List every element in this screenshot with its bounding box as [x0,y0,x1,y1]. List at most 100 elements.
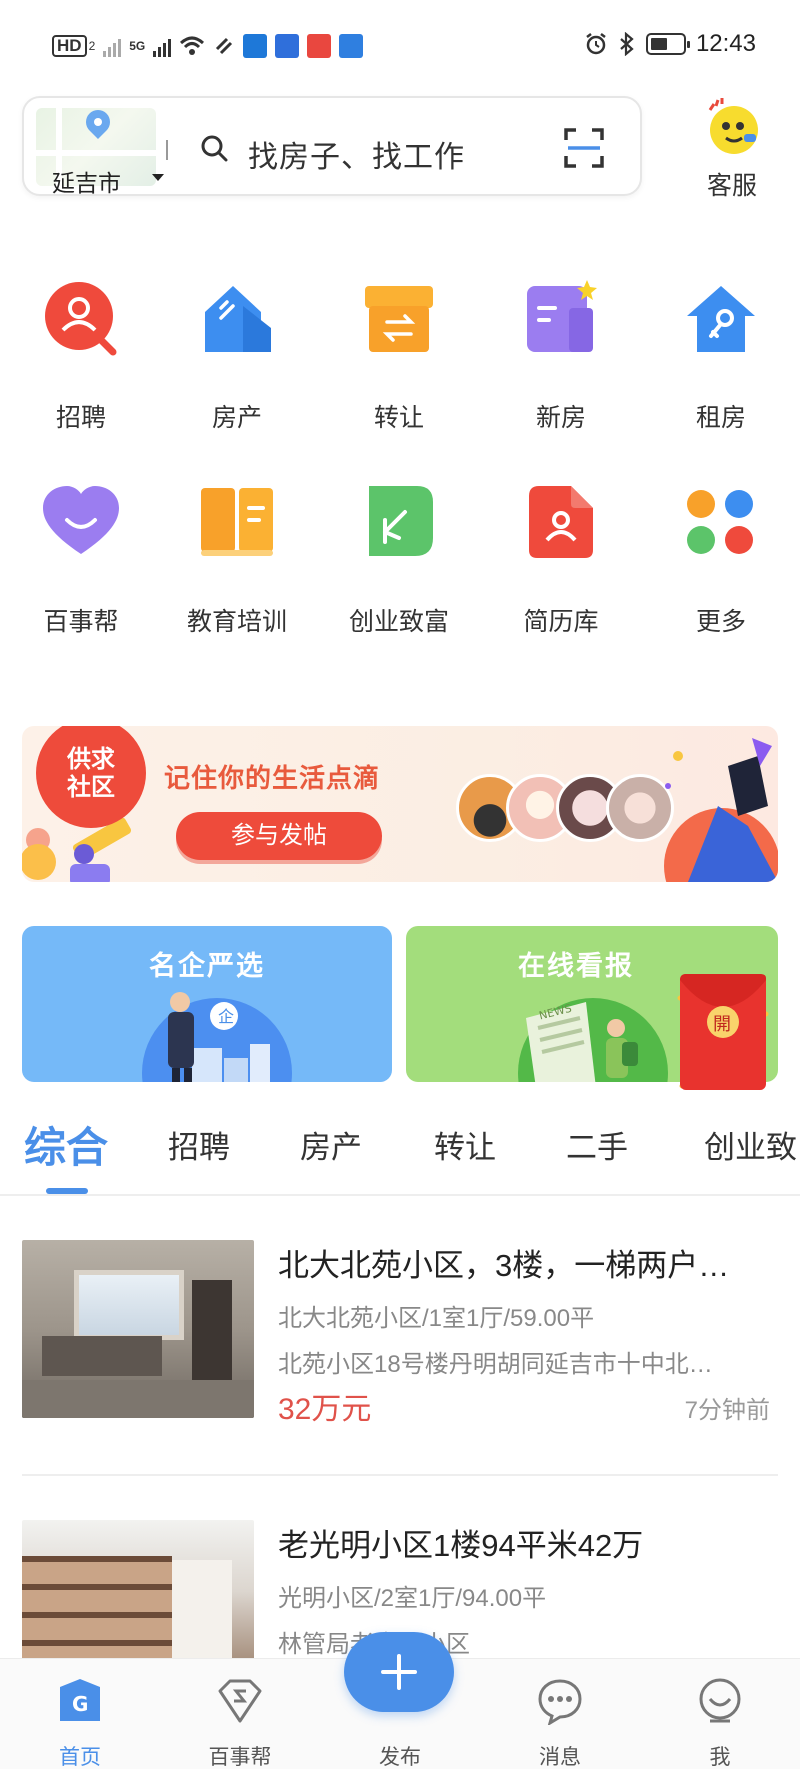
sprout-icon [369,486,433,556]
listing-time: 7分钟前 [684,1397,770,1424]
signal-5g-label: 5G [129,39,146,53]
plus-icon [381,1654,417,1690]
tab-comprehensive[interactable]: 综合 [24,1114,108,1175]
category-label: 教育培训 [186,608,287,636]
category-label: 转让 [373,404,424,432]
list-divider [22,1474,778,1476]
badge-line-2: 社区 [67,774,115,801]
category-tabs: 综合 招聘 房产 转让 二手 创业致 [0,1104,800,1196]
city-selector[interactable]: 延吉市 [52,164,121,198]
category-label: 百事帮 [43,608,119,636]
category-label: 创业致富 [348,608,449,636]
hd-sub: 2 [88,39,96,53]
category-label: 招聘 [55,404,106,432]
listing-title: 老光明小区1楼94平米42万 [278,1528,644,1563]
listing-details: 光明小区/2室1厅/94.00平 [278,1585,547,1612]
nav-profile[interactable]: 我 [640,1659,800,1769]
signal-2-icon [153,35,172,57]
list-item[interactable]: 北大北苑小区，3楼，一梯两户… 北大北苑小区/1室1厅/59.00平 北苑小区1… [22,1240,778,1440]
banner-title: 记住你的生活点滴 [164,763,381,793]
alarm-icon [586,33,606,55]
battery-icon [645,33,690,55]
category-label: 更多 [695,608,746,636]
promo-title: 名企严选 [149,951,265,981]
link-icon [216,37,233,55]
tab-recruit[interactable]: 招聘 [168,1122,230,1167]
nav-label: 首页 [59,1746,101,1769]
status-right-icons: 12:43 [584,30,756,58]
nav-label: 发布 [379,1746,421,1769]
signal-1-icon [103,35,122,57]
nav-messages[interactable]: 消息 [480,1659,640,1769]
newspaper-illustration: NEWS [526,1002,638,1082]
tab-transfer[interactable]: 转让 [434,1122,496,1167]
nav-baishibang[interactable]: 百事帮 [160,1659,320,1769]
app-notify-icon-3 [307,34,332,58]
category-more[interactable]: 更多 [640,482,800,642]
category-education[interactable]: 教育培训 [156,482,318,642]
caret-down-icon [152,174,164,181]
search-icon [201,135,228,162]
search-bar[interactable]: 延吉市 找房子、找工作 [22,96,642,196]
status-bar: HD 2 5G 12:43 [0,0,800,96]
promo-top-companies[interactable]: 名企严选 企 [22,926,392,1082]
tab-entrepreneur[interactable]: 创业致 [704,1122,797,1167]
customer-service-button[interactable]: 客服 [696,94,768,204]
heart-icon [43,486,119,554]
category-label: 房产 [211,404,262,432]
tab-realestate[interactable]: 房产 [300,1122,362,1167]
book-icon [201,488,273,556]
nav-label: 百事帮 [208,1746,272,1769]
svg-text:G: G [72,1692,88,1716]
active-tab-indicator [46,1188,88,1194]
category-label: 简历库 [523,608,599,636]
category-rent[interactable]: 租房 [640,278,800,438]
post-button[interactable]: 参与发帖 [176,812,382,860]
nav-label: 消息 [539,1746,581,1769]
businessman-illustration: 企 [168,992,270,1082]
nav-label: 我 [709,1746,731,1769]
category-label: 新房 [535,404,586,432]
category-transfer[interactable]: 转让 [318,278,480,438]
category-label: 租房 [695,404,746,432]
listing-address: 北苑小区18号楼丹明胡同延吉市十中北… [278,1351,713,1378]
wifi-icon [180,36,205,55]
listing-price: 32万元 [278,1393,372,1426]
listing-photo [22,1240,254,1418]
red-envelope-icon[interactable]: 開 [672,974,774,1092]
category-realestate[interactable]: 房产 [156,278,318,438]
clock: 12:43 [695,30,756,57]
publish-button[interactable] [344,1632,454,1712]
category-newhouse[interactable]: 新房 [480,278,642,438]
envelope-char: 開 [713,1014,731,1035]
customer-service-label: 客服 [706,172,757,200]
search-divider [166,140,168,160]
search-input[interactable]: 找房子、找工作 [248,132,465,176]
home-g-icon: G [60,1679,100,1721]
bluetooth-icon [620,32,634,56]
hd-badge: HD [52,35,87,57]
category-resume[interactable]: 简历库 [480,482,642,642]
house-icon [205,286,271,352]
category-recruit[interactable]: 招聘 [0,278,162,438]
rent-key-icon [687,286,755,352]
transfer-box-icon [365,286,433,352]
new-house-icon [527,280,597,352]
status-left-icons: HD 2 5G [52,34,364,58]
tab-secondhand[interactable]: 二手 [566,1122,628,1167]
resume-icon [529,486,593,558]
category-entrepreneur[interactable]: 创业致富 [318,482,480,642]
nav-home[interactable]: G 首页 [0,1659,160,1769]
category-baishibang[interactable]: 百事帮 [0,482,162,642]
svg-text:企: 企 [218,1007,234,1026]
chat-bubble-icon [538,1679,582,1725]
celebration-illustration [664,738,778,882]
listing-title: 北大北苑小区，3楼，一梯两户… [278,1248,730,1283]
app-notify-icon-4 [339,34,364,58]
customer-service-icon [708,98,758,154]
diamond-s-icon [218,1679,262,1723]
app-notify-icon-2 [275,34,300,58]
scan-icon[interactable] [564,128,604,168]
community-banner[interactable]: 供求 社区 记住你的生活点滴 参与发帖 [22,726,778,882]
listing-details: 北大北苑小区/1室1厅/59.00平 [278,1305,595,1332]
